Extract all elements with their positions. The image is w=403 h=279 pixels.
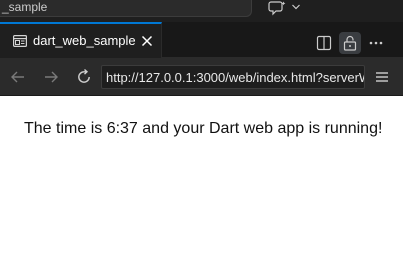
vscode-simple-browser-window: _sample dart_web_sample http://127.0.0.1… xyxy=(0,0,403,279)
arrow-right-icon[interactable] xyxy=(42,68,60,86)
command-center-search[interactable]: _sample xyxy=(0,0,252,17)
command-center-text: _sample xyxy=(2,0,48,14)
tab-label: dart_web_sample xyxy=(33,33,136,48)
status-message: The time is 6:37 and your Dart web app i… xyxy=(24,120,383,137)
url-input[interactable]: http://127.0.0.1:3000/web/index.html?ser… xyxy=(101,65,365,89)
more-actions-icon[interactable] xyxy=(367,34,385,52)
web-page-content: The time is 6:37 and your Dart web app i… xyxy=(0,96,403,279)
close-icon[interactable] xyxy=(140,34,154,48)
browser-preview-icon xyxy=(13,35,27,47)
chevron-down-icon[interactable] xyxy=(290,0,302,14)
copilot-icon[interactable] xyxy=(268,0,288,16)
tab-dart-web-sample[interactable]: dart_web_sample xyxy=(0,22,162,58)
reload-icon[interactable] xyxy=(75,68,93,86)
hamburger-menu-icon[interactable] xyxy=(374,69,390,85)
arrow-left-icon[interactable] xyxy=(9,68,27,86)
lock-icon[interactable] xyxy=(339,32,361,54)
split-editor-icon[interactable] xyxy=(315,34,333,52)
title-bar: _sample xyxy=(0,0,403,22)
url-text: http://127.0.0.1:3000/web/index.html?ser… xyxy=(106,70,364,85)
